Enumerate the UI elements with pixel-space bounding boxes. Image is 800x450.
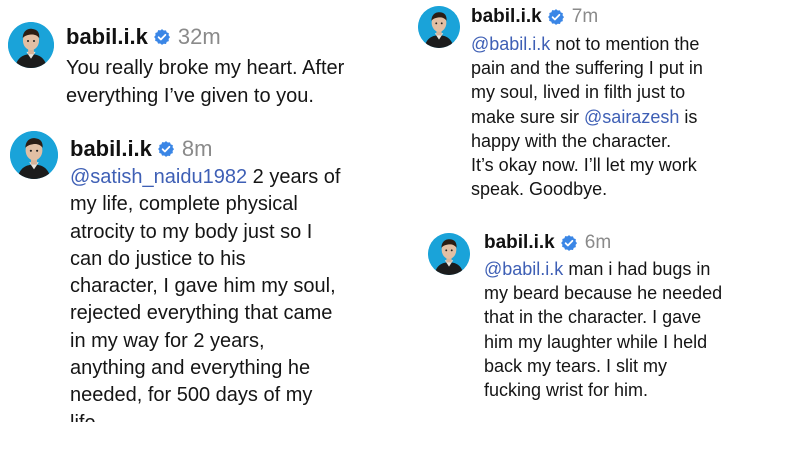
comment-text-segment: back my tears. I slit my: [484, 355, 668, 376]
username-link[interactable]: babil.i.k: [484, 232, 555, 254]
comment-line: speak. Goodbye.: [471, 177, 703, 201]
verified-badge-icon: [157, 140, 175, 158]
comment-text-segment: character, I gave him my soul,: [70, 275, 336, 298]
comment-text-segment: him my laughter while I held: [484, 331, 708, 352]
comment-text-segment: can do justice to his: [70, 247, 246, 270]
timestamp: 7m: [571, 6, 599, 27]
username-link[interactable]: babil.i.k: [66, 24, 148, 50]
comment-text-segment: life: [70, 412, 96, 422]
comment-text-segment: You really broke my heart. After: [66, 57, 345, 79]
comment-line: needed, for 500 days of my: [70, 382, 341, 409]
comment-text-segment: anything and everything he: [70, 357, 311, 380]
comment-text-segment: pain and the suffering I put in: [471, 58, 703, 79]
comment-text-segment: my beard because he needed: [484, 283, 723, 304]
comment-line: my beard because he needed: [484, 281, 722, 305]
comment-line: @babil.i.k not to mention the: [471, 32, 703, 56]
comment-text-segment: speak. Goodbye.: [471, 179, 608, 200]
username-link[interactable]: babil.i.k: [471, 6, 542, 28]
avatar[interactable]: [428, 233, 470, 275]
comment-text-segment: atrocity to my body just so I: [70, 220, 313, 243]
comment-header: babil.i.k 7m: [471, 6, 598, 28]
comment-line: fucking wrist for him.: [484, 378, 722, 402]
comment-line: back my tears. I slit my: [484, 354, 722, 378]
comment-line: character, I gave him my soul,: [70, 273, 341, 300]
comment-text-segment: needed, for 500 days of my: [70, 384, 313, 407]
comment-text: You really broke my heart. After everythi…: [66, 54, 344, 110]
comment-line: that in the character. I gave: [484, 305, 722, 329]
verified-badge-icon: [153, 28, 171, 46]
comment-text-segment: fucking wrist for him.: [484, 380, 649, 401]
comment-line: make sure sir @sairazesh is: [471, 105, 703, 129]
comment-text-segment: rejected everything that came: [70, 302, 333, 325]
comment-text-segment: 2 years of: [247, 166, 341, 188]
comment-line: rejected everything that came: [70, 300, 341, 327]
comment-line: in my way for 2 years,: [70, 328, 341, 355]
comment-text-segment: my life, complete physical: [70, 193, 298, 216]
comment-line: You really broke my heart. After: [66, 54, 344, 82]
timestamp: 32m: [177, 24, 221, 49]
comment-line: can do justice to his: [70, 246, 341, 273]
username-link[interactable]: babil.i.k: [70, 136, 152, 162]
avatar[interactable]: [10, 131, 58, 179]
comment-text-segment: make sure sir: [471, 106, 585, 127]
avatar[interactable]: [8, 22, 54, 68]
comment-text-segment: It’s okay now. I’ll let my work: [471, 155, 697, 176]
mention-link[interactable]: @babil.i.k: [471, 34, 550, 54]
comment-line: anything and everything he: [70, 355, 341, 382]
mention-link[interactable]: @sairazesh: [584, 107, 679, 127]
mention-link[interactable]: @satish_naidu1982: [70, 166, 247, 188]
comment-text-segment: is: [679, 106, 698, 127]
comment-header: babil.i.k 6m: [484, 232, 611, 254]
mention-link[interactable]: @babil.i.k: [484, 259, 563, 279]
avatar[interactable]: [418, 6, 460, 48]
comment-line: everything I’ve given to you.: [66, 82, 344, 110]
comment-line: @satish_naidu1982 2 years of: [70, 164, 341, 191]
comment-header: babil.i.k 32m: [66, 24, 221, 50]
timestamp: 8m: [181, 136, 213, 161]
comment-line: It’s okay now. I’ll let my work: [471, 153, 703, 177]
comment-line: atrocity to my body just so I: [70, 219, 341, 246]
comment-text: @satish_naidu1982 2 years of my life, com…: [70, 164, 341, 422]
comment-line: life: [70, 410, 341, 422]
comment-text: @babil.i.k not to mention the pain and th…: [471, 32, 703, 201]
comment-line: my soul, lived in filth just to: [471, 80, 703, 104]
verified-badge-icon: [547, 8, 565, 26]
comment-text-segment: in my way for 2 years,: [70, 329, 265, 352]
comment-text: @babil.i.k man i had bugs in my beard bec…: [484, 257, 722, 402]
comment-line: my life, complete physical: [70, 191, 341, 218]
verified-badge-icon: [560, 234, 578, 252]
comment-text-segment: man i had bugs in: [563, 259, 711, 279]
comment-text-segment: that in the character. I gave: [484, 307, 702, 328]
comment-line: pain and the suffering I put in: [471, 56, 703, 80]
comment-header: babil.i.k 8m: [70, 136, 212, 162]
comment-text-segment: happy with the character.: [471, 130, 672, 151]
comment-text-segment: not to mention the: [550, 34, 700, 54]
comment-text-segment: my soul, lived in filth just to: [471, 82, 686, 103]
comment-line: happy with the character.: [471, 129, 703, 153]
comment-line: @babil.i.k man i had bugs in: [484, 257, 722, 281]
comment-line: him my laughter while I held: [484, 330, 722, 354]
timestamp: 6m: [584, 232, 612, 253]
comment-text-segment: everything I’ve given to you.: [66, 85, 314, 107]
